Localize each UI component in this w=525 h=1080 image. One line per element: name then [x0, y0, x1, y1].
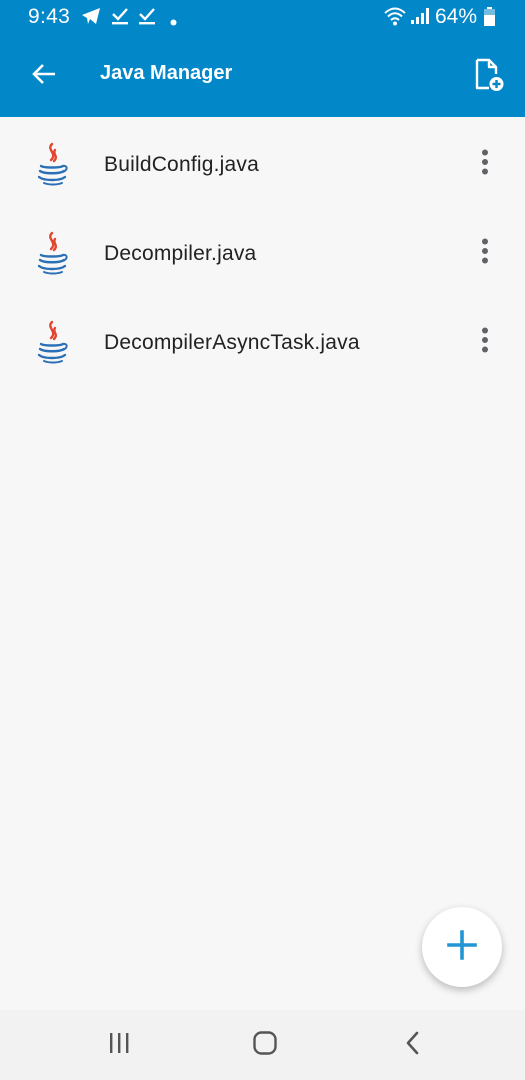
battery-icon	[483, 7, 496, 32]
home-icon	[252, 1030, 278, 1061]
new-file-button[interactable]	[465, 54, 511, 100]
list-item[interactable]: Decompiler.java	[0, 206, 525, 295]
more-vert-icon	[481, 327, 489, 358]
dot-icon	[170, 13, 177, 31]
add-file-fab[interactable]	[422, 907, 502, 987]
back-nav-button[interactable]	[390, 1028, 434, 1062]
page-title: Java Manager	[100, 62, 233, 84]
more-options-button[interactable]	[471, 236, 499, 270]
new-file-icon	[470, 57, 506, 98]
list-item[interactable]: DecompilerAsyncTask.java	[0, 295, 525, 384]
plus-icon	[447, 929, 477, 965]
more-vert-icon	[481, 238, 489, 269]
status-bar: 9:43 64%	[0, 0, 525, 34]
more-options-button[interactable]	[471, 325, 499, 359]
app-bar: Java Manager	[0, 34, 525, 117]
java-icon	[32, 230, 72, 276]
recent-apps-icon	[107, 1032, 131, 1059]
download-done-icon	[138, 6, 156, 31]
wifi-icon	[383, 5, 407, 32]
file-name: BuildConfig.java	[104, 153, 259, 176]
back-button[interactable]	[22, 54, 66, 98]
signal-icon	[410, 7, 430, 30]
status-time: 9:43	[28, 5, 71, 28]
battery-percent: 64%	[434, 5, 477, 28]
file-name: Decompiler.java	[104, 242, 257, 265]
list-item[interactable]: BuildConfig.java	[0, 117, 525, 206]
system-nav-bar	[0, 1010, 525, 1080]
recent-apps-button[interactable]	[97, 1028, 141, 1062]
java-icon	[32, 319, 72, 365]
home-button[interactable]	[243, 1028, 287, 1062]
download-done-icon	[111, 6, 129, 31]
java-icon	[32, 141, 72, 187]
file-list: BuildConfig.java Decompiler.java Decompi…	[0, 117, 525, 384]
arrow-back-icon	[31, 63, 57, 90]
more-options-button[interactable]	[471, 147, 499, 181]
back-icon	[403, 1030, 421, 1061]
telegram-icon	[80, 6, 102, 31]
file-name: DecompilerAsyncTask.java	[104, 331, 360, 354]
more-vert-icon	[481, 149, 489, 180]
